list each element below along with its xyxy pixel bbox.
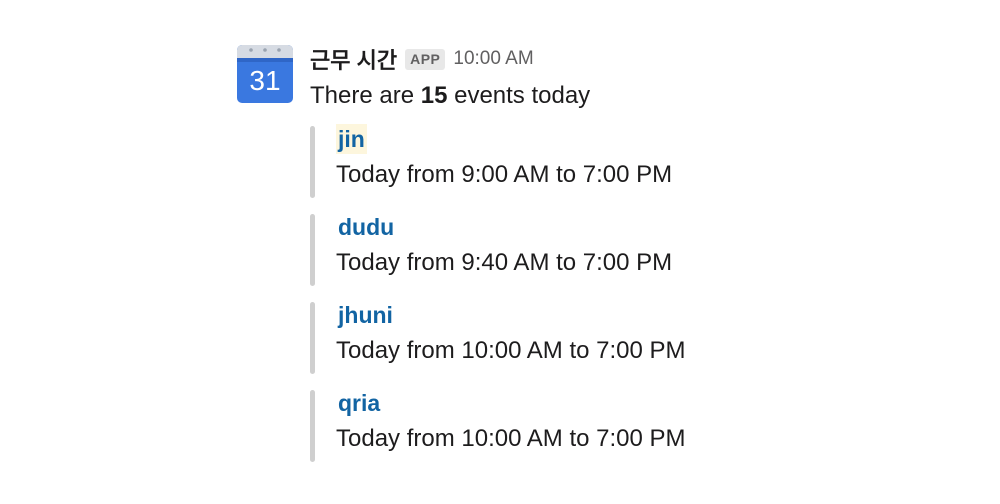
event-name-link[interactable]: dudu [336,212,396,242]
attachment-bar [310,390,315,462]
attachment-bar [310,302,315,374]
event-name-link[interactable]: jhuni [336,300,395,330]
app-badge: APP [405,48,446,70]
event-detail: Today from 10:00 AM to 7:00 PM [336,425,686,452]
message-timestamp[interactable]: 10:00 AM [453,48,533,70]
attachment-bar [310,126,315,198]
message-header: 근무 시간 APP 10:00 AM [310,42,950,76]
event-attachment: dudu Today from 9:40 AM to 7:00 PM [310,212,950,288]
event-name-link[interactable]: qria [336,388,382,418]
google-calendar-icon[interactable]: 31 [236,42,294,104]
event-detail: Today from 10:00 AM to 7:00 PM [336,337,686,364]
message-content: 근무 시간 APP 10:00 AM There are 15 events t… [310,42,950,476]
message-summary: There are 15 events today [310,80,950,112]
event-detail: Today from 9:40 AM to 7:00 PM [336,249,673,276]
event-attachment: qria Today from 10:00 AM to 7:00 PM [310,388,950,464]
event-detail: Today from 9:00 AM to 7:00 PM [336,161,673,188]
calendar-day-number: 31 [249,65,280,96]
event-name-link[interactable]: jin [336,124,367,154]
event-attachment: jin Today from 9:00 AM to 7:00 PM [310,124,950,200]
sender-name[interactable]: 근무 시간 [310,43,397,75]
event-attachments: jin Today from 9:00 AM to 7:00 PM dudu T… [310,124,950,464]
calendar-avatar-graphic: 31 [237,45,293,103]
summary-suffix: events today [447,82,591,109]
attachment-bar [310,214,315,286]
event-attachment: jhuni Today from 10:00 AM to 7:00 PM [310,300,950,376]
event-count: 15 [420,82,448,109]
summary-prefix: There are [310,82,421,109]
